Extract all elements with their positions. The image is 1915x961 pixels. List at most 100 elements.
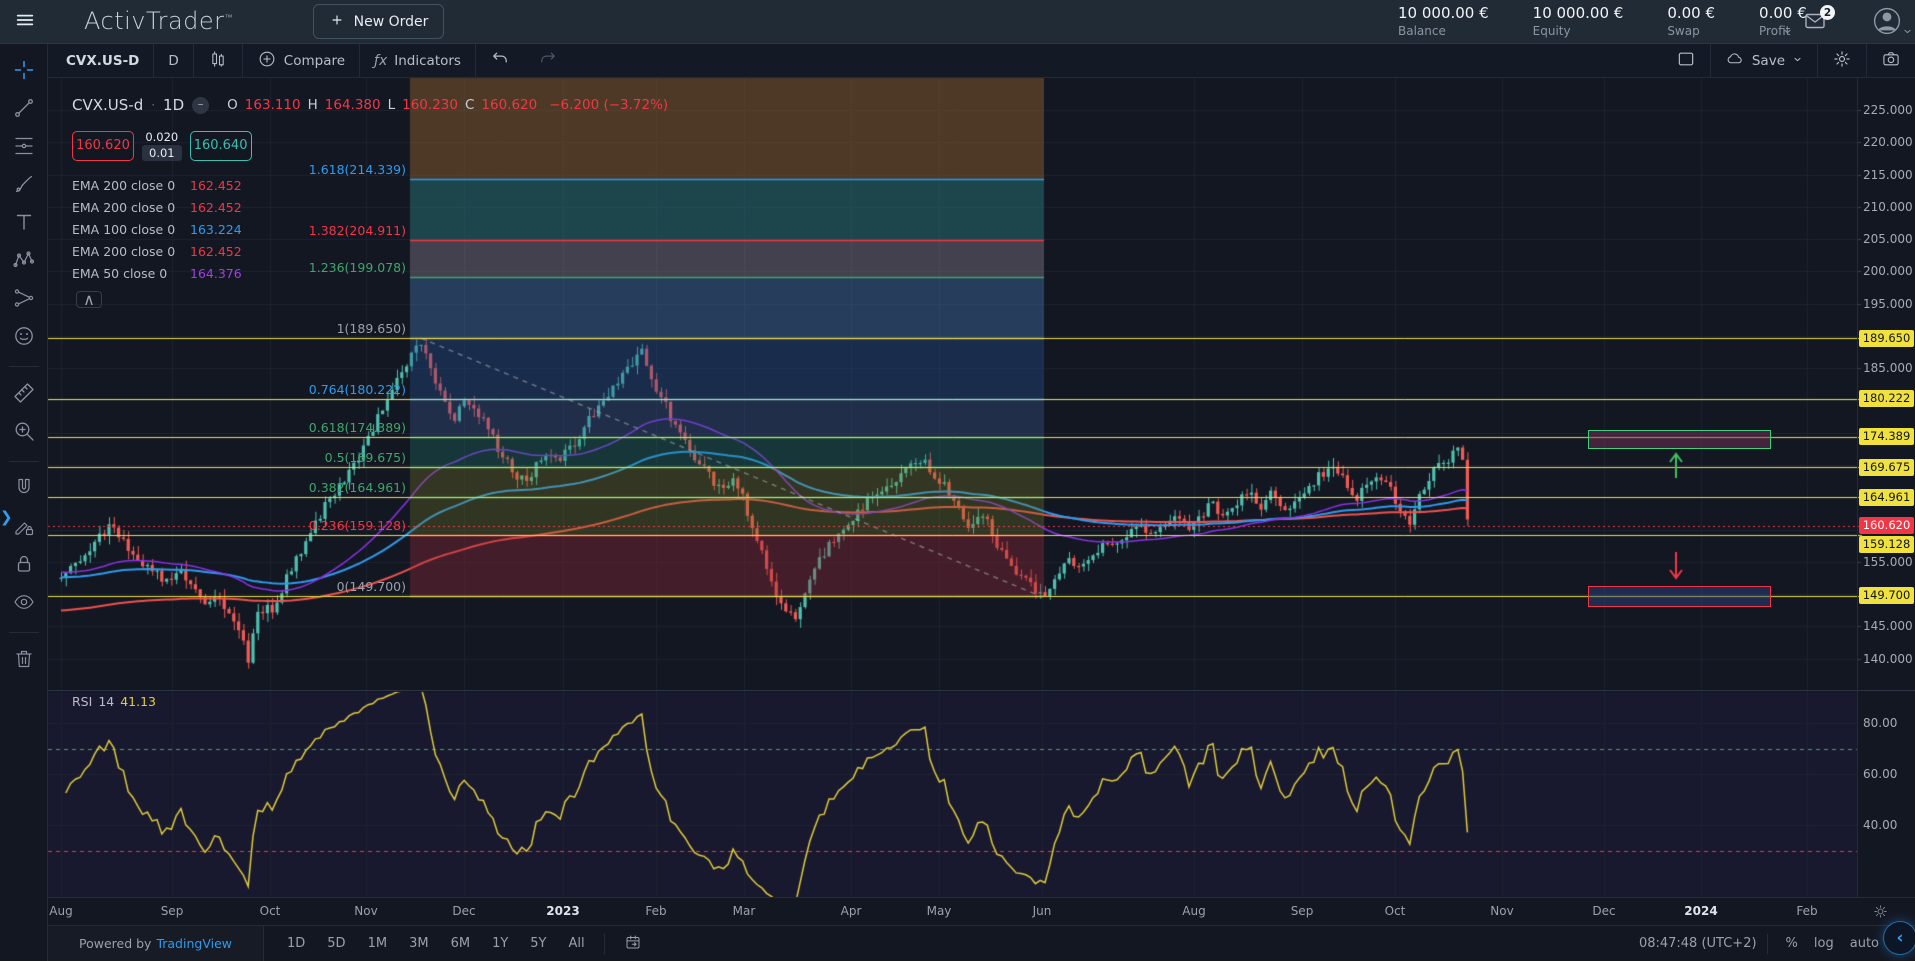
range-all[interactable]: All bbox=[560, 933, 594, 954]
change-value: −6.200 (−3.72%) bbox=[549, 97, 668, 113]
time-tick-label: Nov bbox=[1490, 904, 1513, 918]
layout-button[interactable] bbox=[1662, 44, 1710, 78]
range-1y[interactable]: 1Y bbox=[483, 933, 517, 954]
account-caret-icon[interactable] bbox=[1782, 22, 1794, 34]
fib-level-label[interactable]: 0(149.700) bbox=[246, 579, 406, 594]
interval-button[interactable]: D bbox=[154, 44, 192, 78]
fib-retracement-icon bbox=[12, 134, 36, 162]
compare-button[interactable]: Compare bbox=[243, 44, 359, 78]
tool-ruler[interactable] bbox=[5, 377, 43, 413]
clock-button[interactable]: 08:47:48 (UTC+2) bbox=[1639, 936, 1757, 951]
save-button[interactable]: Save bbox=[1711, 44, 1817, 78]
undo-button[interactable] bbox=[476, 44, 524, 78]
price-level-badge: 164.961 bbox=[1859, 489, 1914, 506]
new-order-button[interactable]: New Order bbox=[313, 4, 444, 39]
hide-drawings-icon bbox=[12, 590, 36, 618]
chart-type-button[interactable] bbox=[194, 44, 242, 78]
fib-level-label[interactable]: 0.764(180.222) bbox=[246, 382, 406, 397]
indicator-row[interactable]: EMA 200 close 0162.452 bbox=[72, 196, 242, 218]
fib-level-label[interactable]: 1.236(199.078) bbox=[246, 260, 406, 275]
range-3m[interactable]: 3M bbox=[400, 933, 438, 954]
legend-symbol[interactable]: CVX.US-d bbox=[72, 96, 143, 114]
range-6m[interactable]: 6M bbox=[442, 933, 480, 954]
scale-auto[interactable]: auto bbox=[1842, 933, 1887, 954]
emoji-icon bbox=[12, 324, 36, 352]
price-tick-label: 205.000 bbox=[1863, 232, 1913, 246]
symbol-button[interactable]: CVX.US-D bbox=[48, 44, 153, 78]
price-tick-label: 155.000 bbox=[1863, 555, 1913, 569]
fib-level-label[interactable]: 0.618(174.389) bbox=[246, 420, 406, 435]
price-tick-label: 185.000 bbox=[1863, 361, 1913, 375]
fib-level-label[interactable]: 0.382(164.961) bbox=[246, 480, 406, 495]
tool-forecast[interactable] bbox=[5, 282, 43, 318]
time-tick-label: Oct bbox=[260, 904, 281, 918]
range-1d[interactable]: 1D bbox=[278, 933, 314, 954]
hide-series-chip[interactable]: – bbox=[192, 97, 209, 114]
menu-button[interactable] bbox=[10, 7, 40, 37]
gear-icon bbox=[1832, 49, 1852, 73]
object-tree-toggle[interactable]: ❯ bbox=[0, 504, 14, 530]
chart-settings-button[interactable] bbox=[1818, 44, 1866, 78]
user-avatar[interactable] bbox=[1872, 7, 1902, 37]
time-axis[interactable]: AugSepOctNovDec2023FebMarAprMayJunAugSep… bbox=[48, 897, 1915, 925]
magnet-icon bbox=[12, 476, 36, 504]
time-tick-label: Apr bbox=[841, 904, 862, 918]
fib-level-label[interactable]: 1(189.650) bbox=[246, 321, 406, 336]
tradingview-link[interactable]: TradingView bbox=[156, 936, 232, 951]
tool-brush[interactable] bbox=[5, 168, 43, 204]
scale-percent[interactable]: % bbox=[1778, 933, 1806, 954]
fib-level-label[interactable]: 0.236(159.128) bbox=[246, 518, 406, 533]
price-tick-label: 200.000 bbox=[1863, 264, 1913, 278]
indicator-row[interactable]: EMA 50 close 0164.376 bbox=[72, 262, 242, 284]
fib-level-label[interactable]: 0.5(169.675) bbox=[246, 450, 406, 465]
messages-button[interactable]: 2 bbox=[1800, 9, 1830, 37]
last-price-badge: 160.620 bbox=[1859, 517, 1914, 534]
tool-lock-all[interactable] bbox=[5, 548, 43, 584]
indicator-label: EMA 100 close 0 bbox=[72, 222, 190, 237]
lower-target-rectangle[interactable] bbox=[1588, 586, 1771, 607]
range-1m[interactable]: 1M bbox=[359, 933, 397, 954]
price-level-badge: 169.675 bbox=[1859, 459, 1914, 476]
avatar-caret-icon[interactable] bbox=[1902, 22, 1912, 32]
collapse-panel-button[interactable]: ‹ bbox=[1884, 922, 1915, 954]
indicator-value: 164.376 bbox=[190, 266, 242, 281]
indicator-row[interactable]: EMA 100 close 0163.224 bbox=[72, 218, 242, 240]
indicator-row[interactable]: EMA 200 close 0162.452 bbox=[72, 174, 242, 196]
range-5d[interactable]: 5D bbox=[318, 933, 354, 954]
sell-bid-button[interactable]: 160.620 bbox=[72, 131, 134, 161]
tool-magnet[interactable] bbox=[5, 472, 43, 508]
fib-level-label[interactable]: 1.382(204.911) bbox=[246, 223, 406, 238]
scale-log[interactable]: log bbox=[1806, 933, 1842, 954]
tool-emoji[interactable] bbox=[5, 320, 43, 356]
indicator-label: EMA 200 close 0 bbox=[72, 200, 190, 215]
tool-crosshair[interactable] bbox=[5, 54, 43, 90]
screenshot-button[interactable] bbox=[1867, 44, 1915, 78]
indicators-button[interactable]: ƒx Indicators bbox=[360, 44, 475, 78]
indicator-row[interactable]: EMA 200 close 0162.452 bbox=[72, 240, 242, 262]
tool-zoom-in[interactable] bbox=[5, 415, 43, 451]
app-header: ActivTrader™ New Order 10 000.00 €Balanc… bbox=[0, 0, 1915, 44]
fib-level-label[interactable]: 1.618(214.339) bbox=[246, 162, 406, 177]
tool-fib-retracement[interactable] bbox=[5, 130, 43, 166]
tool-xabcd-pattern[interactable] bbox=[5, 244, 43, 280]
collapse-legend-button[interactable]: ∧ bbox=[76, 291, 102, 308]
tool-hide-drawings[interactable] bbox=[5, 586, 43, 622]
tool-trend-line[interactable] bbox=[5, 92, 43, 128]
tool-remove-drawings[interactable] bbox=[5, 643, 43, 679]
scale-buttons: %logauto bbox=[1778, 933, 1887, 954]
account-swap: 0.00 €Swap bbox=[1667, 4, 1715, 39]
xabcd-pattern-icon bbox=[12, 248, 36, 276]
range-5y[interactable]: 5Y bbox=[521, 933, 555, 954]
time-tick-label: Feb bbox=[645, 904, 666, 918]
text-tool-icon bbox=[12, 210, 36, 238]
tool-text-tool[interactable] bbox=[5, 206, 43, 242]
time-axis-settings-icon[interactable] bbox=[1872, 903, 1889, 924]
buy-ask-button[interactable]: 160.640 bbox=[190, 131, 252, 161]
upper-target-rectangle[interactable] bbox=[1588, 430, 1771, 449]
go-to-date-button[interactable] bbox=[615, 930, 651, 958]
lock-all-icon bbox=[12, 552, 36, 580]
date-range-buttons: 1D5D1M3M6M1Y5YAll bbox=[278, 933, 594, 954]
rsi-legend[interactable]: RSI 14 41.13 bbox=[72, 694, 156, 709]
redo-button[interactable] bbox=[524, 44, 572, 78]
rail-separator bbox=[9, 461, 39, 462]
